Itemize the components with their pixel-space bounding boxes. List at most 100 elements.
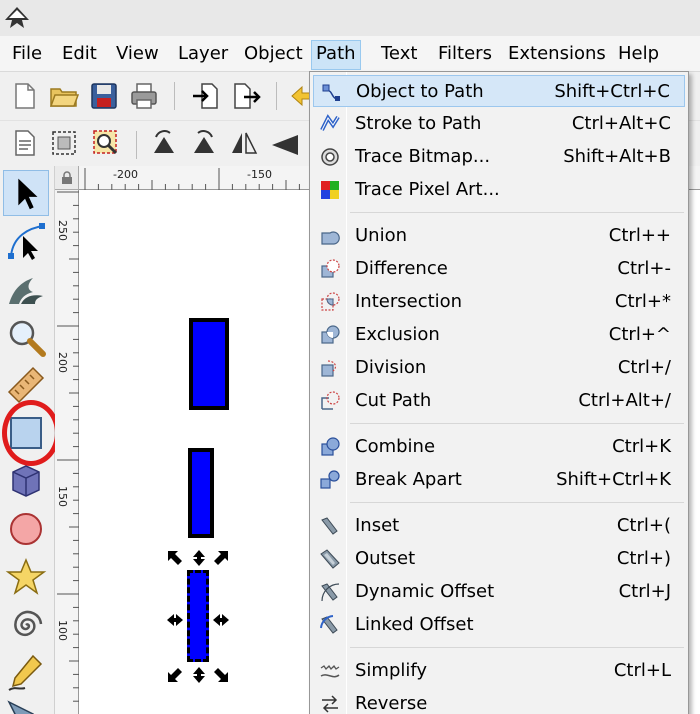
break-apart-icon [320,470,340,489]
menu-item-label: Inset [355,515,400,536]
menu-item-outset[interactable]: Outset Ctrl+) [313,543,685,575]
flip-vertical-icon[interactable] [268,127,300,159]
zoom-tool-icon[interactable] [3,314,49,360]
import-icon[interactable] [190,80,222,112]
trace-pixel-art-icon [321,181,339,199]
scale-handle-sw-icon[interactable] [166,666,184,684]
combine-icon [321,437,340,456]
menu-item-label: Exclusion [355,324,440,345]
menu-item-shortcut: Ctrl+/ [617,357,671,378]
menu-item-inset[interactable]: Inset Ctrl+( [313,510,685,542]
intersection-icon [321,292,340,311]
spiral-tool-icon[interactable] [3,602,49,648]
select-all-icon[interactable] [48,127,80,159]
union-icon [321,231,340,245]
print-icon[interactable] [128,80,160,112]
menu-item-label: Division [355,357,427,378]
document-properties-icon[interactable] [8,127,40,159]
menu-item-shortcut: Shift+Ctrl+C [554,81,670,102]
menu-item-label: Outset [355,548,416,569]
scale-handle-e-icon[interactable] [212,611,230,629]
menu-item-label: Difference [355,258,448,279]
menu-item-difference[interactable]: Difference Ctrl+- [313,253,685,285]
scale-handle-n-icon[interactable] [190,549,208,567]
path-menu-dropdown: Object to Path Shift+Ctrl+C Stroke to Pa… [309,71,689,714]
ellipse-tool-icon[interactable] [3,506,49,552]
menu-item-label: Dynamic Offset [355,581,495,602]
pencil-tool-icon[interactable] [3,650,49,696]
menu-item-stroke-to-path[interactable]: Stroke to Path Ctrl+Alt+C [313,108,685,140]
menu-item-trace-bitmap[interactable]: Trace Bitmap... Shift+Alt+B [313,141,685,173]
menu-item-shortcut: Ctrl+Alt+C [571,113,671,134]
menu-item-shortcut: Ctrl+- [617,258,671,279]
menu-item-label: Trace Pixel Art... [355,179,500,200]
menu-item-dynamic-offset[interactable]: Dynamic Offset Ctrl+J [313,576,685,608]
menu-item-reverse[interactable]: Reverse [313,688,685,714]
menu-separator [350,423,684,424]
difference-icon [321,259,340,278]
menu-item-shortcut: Ctrl+J [618,581,671,602]
lock-guides-icon[interactable] [60,171,74,185]
menu-item-combine[interactable]: Combine Ctrl+K [313,431,685,463]
scale-handle-se-icon[interactable] [212,666,230,684]
menu-item-cut-path[interactable]: Cut Path Ctrl+Alt+/ [313,385,685,417]
ruler-label: 150 [56,486,69,507]
menu-item-label: Linked Offset [355,614,474,635]
title-bar [0,0,700,36]
menu-filters[interactable]: Filters [434,40,496,70]
menu-item-shortcut: Ctrl+( [616,515,671,536]
toolbar-separator [276,82,277,110]
new-document-icon[interactable] [8,80,40,112]
menu-item-trace-pixel-art[interactable]: Trace Pixel Art... [313,174,685,206]
menu-item-union[interactable]: Union Ctrl++ [313,220,685,252]
zoom-selection-icon[interactable] [90,127,122,159]
pen-tool-icon[interactable] [3,694,49,714]
exclusion-icon [321,325,340,344]
menu-edit[interactable]: Edit [58,40,101,70]
rotate-ccw-icon[interactable] [148,127,180,159]
ruler-label: 250 [56,220,69,241]
inkscape-logo-icon [5,7,29,28]
star-tool-icon[interactable] [3,554,49,600]
open-folder-icon[interactable] [48,80,80,112]
menu-item-linked-offset[interactable]: Linked Offset [313,609,685,641]
menu-view[interactable]: View [112,40,163,70]
menu-text[interactable]: Text [377,40,421,70]
outset-icon [320,549,340,569]
blue-rectangle-selected[interactable] [187,570,209,662]
blue-rectangle[interactable] [189,318,229,410]
export-icon[interactable] [230,80,262,112]
flip-horizontal-icon[interactable] [228,127,260,159]
scale-handle-ne-icon[interactable] [212,549,230,567]
menu-item-intersection[interactable]: Intersection Ctrl+* [313,286,685,318]
menu-item-object-to-path[interactable]: Object to Path Shift+Ctrl+C [313,75,685,107]
ruler-label: 100 [56,620,69,641]
scale-handle-s-icon[interactable] [190,666,208,684]
menu-item-label: Object to Path [356,81,484,102]
ruler-label: -150 [247,168,272,181]
menu-item-exclusion[interactable]: Exclusion Ctrl+^ [313,319,685,351]
rotate-cw-icon[interactable] [188,127,220,159]
menu-separator [350,502,684,503]
menu-item-division[interactable]: Division Ctrl+/ [313,352,685,384]
menu-path[interactable]: Path [311,40,361,70]
menu-item-label: Union [355,225,408,246]
menu-item-simplify[interactable]: Simplify Ctrl+L [313,655,685,687]
node-tool-icon[interactable] [3,218,49,264]
menu-bar: File Edit View Layer Object Path Text Fi… [0,36,700,72]
menu-object[interactable]: Object [240,40,307,70]
menu-help[interactable]: Help [614,40,663,70]
simplify-icon [320,664,340,678]
selector-tool-icon[interactable] [3,170,49,216]
menu-item-shortcut: Ctrl+* [614,291,671,312]
scale-handle-w-icon[interactable] [166,611,184,629]
blue-rectangle[interactable] [188,448,214,538]
save-icon[interactable] [88,80,120,112]
menu-item-break-apart[interactable]: Break Apart Shift+Ctrl+K [313,464,685,496]
menu-extensions[interactable]: Extensions [504,40,610,70]
menu-file[interactable]: File [8,40,46,70]
tweak-tool-icon[interactable] [3,266,49,312]
scale-handle-nw-icon[interactable] [166,549,184,567]
menu-item-shortcut: Ctrl++ [608,225,671,246]
menu-layer[interactable]: Layer [174,40,232,70]
